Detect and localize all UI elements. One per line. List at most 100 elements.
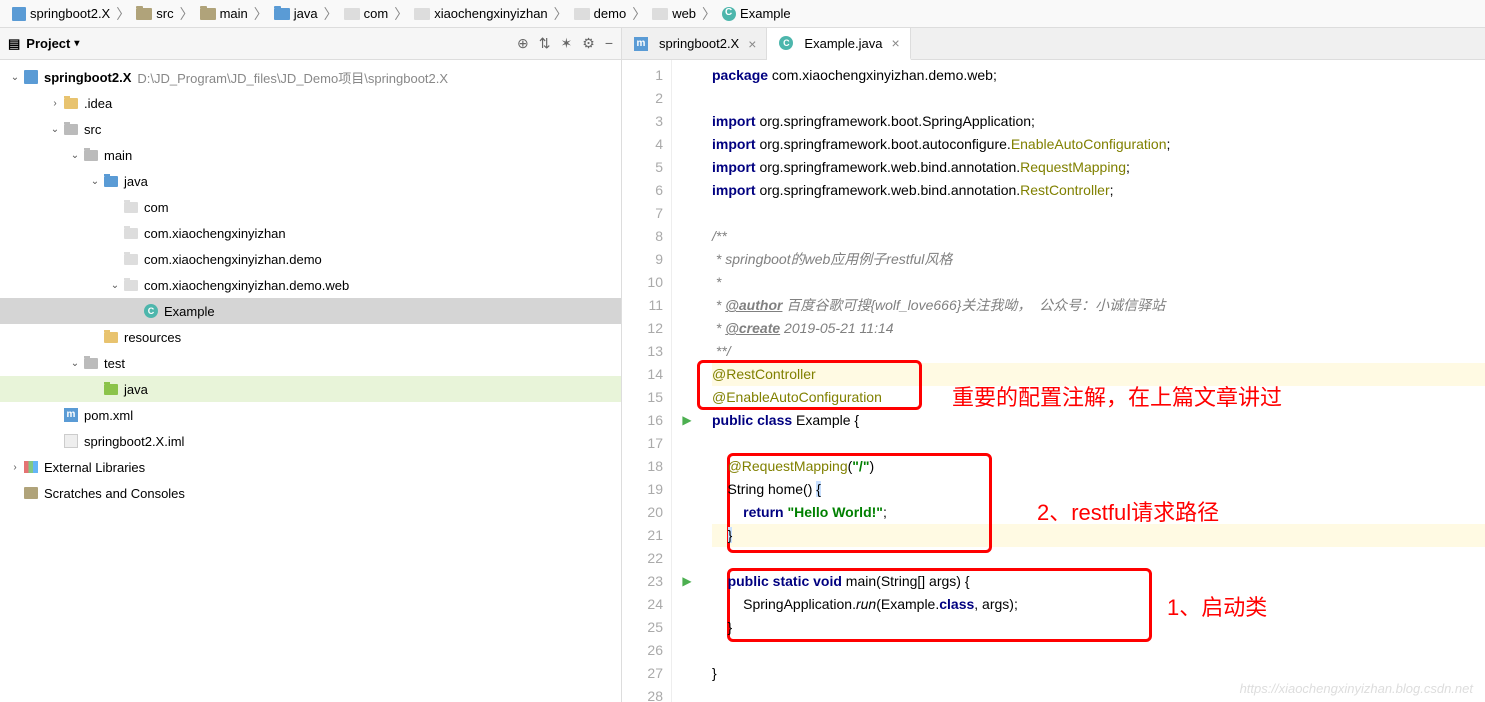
code-line-23[interactable]: public static void main(String[] args) { xyxy=(712,570,1485,593)
pkg-icon xyxy=(574,8,590,20)
editor-body[interactable]: 1234567891011121314151617181920212223242… xyxy=(622,60,1485,702)
code-line-11[interactable]: * @author 百度谷歌可搜{wolf_love666}关注我呦， 公众号：… xyxy=(712,294,1485,317)
breadcrumb-label: xiaochengxinyizhan xyxy=(434,6,547,21)
project-view-switcher[interactable]: ▤ Project ▾ xyxy=(8,36,79,52)
code-line-20[interactable]: return "Hello World!"; xyxy=(712,501,1485,524)
code-line-3[interactable]: import org.springframework.boot.SpringAp… xyxy=(712,110,1485,133)
breadcrumb: springboot2.X〉src〉main〉java〉com〉xiaochen… xyxy=(0,0,1485,28)
expand-arrow-icon[interactable]: ⌄ xyxy=(68,150,82,161)
project-tree[interactable]: ⌄springboot2.XD:\JD_Program\JD_files\JD_… xyxy=(0,60,621,702)
tree-item-com-xiaochengxinyizhan[interactable]: com.xiaochengxinyizhan xyxy=(0,220,621,246)
run-gutter-icon[interactable]: ▶ xyxy=(672,570,702,593)
gutter-mark xyxy=(672,524,702,547)
tree-item-resources[interactable]: resources xyxy=(0,324,621,350)
gutter-mark xyxy=(672,294,702,317)
expand-arrow-icon[interactable]: ⌄ xyxy=(108,280,122,291)
breadcrumb-separator: 〉 xyxy=(180,4,194,24)
code-line-19[interactable]: String home() { xyxy=(712,478,1485,501)
gutter-mark xyxy=(672,156,702,179)
tree-item-java[interactable]: java xyxy=(0,376,621,402)
tree-external-libraries[interactable]: ›External Libraries xyxy=(0,454,621,480)
gutter-mark xyxy=(672,64,702,87)
sidebar-tool-2[interactable]: ✶ xyxy=(561,35,573,52)
line-number: 15 xyxy=(622,386,663,409)
breadcrumb-item-springboot2.x[interactable]: springboot2.X xyxy=(8,6,114,21)
breadcrumb-item-java[interactable]: java xyxy=(270,6,322,21)
folder-blue-icon xyxy=(102,173,120,189)
line-number: 8 xyxy=(622,225,663,248)
code-line-1[interactable]: package com.xiaochengxinyizhan.demo.web; xyxy=(712,64,1485,87)
code-line-7[interactable] xyxy=(712,202,1485,225)
line-number: 10 xyxy=(622,271,663,294)
code-line-6[interactable]: import org.springframework.web.bind.anno… xyxy=(712,179,1485,202)
code-line-13[interactable]: **/ xyxy=(712,340,1485,363)
editor-tab-example-java[interactable]: CExample.java× xyxy=(767,28,910,60)
tree-item-com-xiaochengxinyizhan-demo[interactable]: com.xiaochengxinyizhan.demo xyxy=(0,246,621,272)
tree-label: main xyxy=(104,148,132,163)
code-line-4[interactable]: import org.springframework.boot.autoconf… xyxy=(712,133,1485,156)
code-line-18[interactable]: @RequestMapping("/") xyxy=(712,455,1485,478)
tree-item-pom-xml[interactable]: mpom.xml xyxy=(0,402,621,428)
code-line-26[interactable] xyxy=(712,639,1485,662)
tree-item-main[interactable]: ⌄ main xyxy=(0,142,621,168)
breadcrumb-item-xiaochengxinyizhan[interactable]: xiaochengxinyizhan xyxy=(410,6,551,21)
tree-label: .idea xyxy=(84,96,112,111)
tree-item-test[interactable]: ⌄test xyxy=(0,350,621,376)
line-numbers: 1234567891011121314151617181920212223242… xyxy=(622,60,672,702)
code-line-9[interactable]: * springboot的web应用例子restful风格 xyxy=(712,248,1485,271)
code-line-5[interactable]: import org.springframework.web.bind.anno… xyxy=(712,156,1485,179)
folder-green-icon xyxy=(102,381,120,397)
code-line-25[interactable]: } xyxy=(712,616,1485,639)
breadcrumb-item-web[interactable]: web xyxy=(648,6,700,21)
class-icon: C xyxy=(142,303,160,319)
sidebar-tool-3[interactable]: ⚙ xyxy=(582,35,595,52)
code-line-14[interactable]: @RestController xyxy=(712,363,1485,386)
gutter-mark xyxy=(672,478,702,501)
expand-arrow-icon[interactable]: ⌄ xyxy=(88,176,102,187)
tree-item-springboot2-x-iml[interactable]: springboot2.X.iml xyxy=(0,428,621,454)
code-line-15[interactable]: @EnableAutoConfiguration xyxy=(712,386,1485,409)
tree-item-java[interactable]: ⌄java xyxy=(0,168,621,194)
gutter-mark xyxy=(672,271,702,294)
line-number: 11 xyxy=(622,294,663,317)
code-line-17[interactable] xyxy=(712,432,1485,455)
sidebar-tool-1[interactable]: ⇅ xyxy=(539,35,551,52)
code-line-2[interactable] xyxy=(712,87,1485,110)
code-line-21[interactable]: } xyxy=(712,524,1485,547)
tree-item-src[interactable]: ⌄src xyxy=(0,116,621,142)
breadcrumb-item-main[interactable]: main xyxy=(196,6,252,21)
tree-item-example[interactable]: CExample xyxy=(0,298,621,324)
expand-arrow-icon[interactable]: › xyxy=(48,98,62,109)
code-line-22[interactable] xyxy=(712,547,1485,570)
code-line-8[interactable]: /** xyxy=(712,225,1485,248)
expand-arrow-icon[interactable]: ⌄ xyxy=(68,358,82,369)
sidebar-tool-0[interactable]: ⊕ xyxy=(517,35,529,52)
sidebar-tool-4[interactable]: − xyxy=(605,35,613,52)
breadcrumb-item-src[interactable]: src xyxy=(132,6,177,21)
breadcrumb-item-example[interactable]: Example xyxy=(718,6,795,21)
pkg-icon xyxy=(414,8,430,20)
code-area[interactable]: 重要的配置注解，在上篇文章讲过 2、restful请求路径 1、启动类 pack… xyxy=(702,60,1485,702)
run-gutter-icon[interactable]: ▶ xyxy=(672,409,702,432)
tree-item-com[interactable]: com xyxy=(0,194,621,220)
breadcrumb-item-demo[interactable]: demo xyxy=(570,6,631,21)
code-line-10[interactable]: * xyxy=(712,271,1485,294)
close-icon[interactable]: × xyxy=(891,35,899,51)
tree-item-com-xiaochengxinyizhan-demo-web[interactable]: ⌄com.xiaochengxinyizhan.demo.web xyxy=(0,272,621,298)
code-line-24[interactable]: SpringApplication.run(Example.class, arg… xyxy=(712,593,1485,616)
tree-item--idea[interactable]: › .idea xyxy=(0,90,621,116)
line-number: 7 xyxy=(622,202,663,225)
pkg-icon xyxy=(122,251,140,267)
code-line-12[interactable]: * @create 2019-05-21 11:14 xyxy=(712,317,1485,340)
tree-root[interactable]: ⌄springboot2.XD:\JD_Program\JD_files\JD_… xyxy=(0,64,621,90)
breadcrumb-item-com[interactable]: com xyxy=(340,6,393,21)
expand-arrow-icon[interactable]: ⌄ xyxy=(48,124,62,135)
line-number: 28 xyxy=(622,685,663,702)
code-line-16[interactable]: public class Example { xyxy=(712,409,1485,432)
breadcrumb-separator: 〉 xyxy=(554,4,568,24)
editor-tab-springboot2-x[interactable]: mspringboot2.X× xyxy=(622,28,767,59)
breadcrumb-label: demo xyxy=(594,6,627,21)
tree-scratches[interactable]: Scratches and Consoles xyxy=(0,480,621,506)
breadcrumb-separator: 〉 xyxy=(632,4,646,24)
close-icon[interactable]: × xyxy=(748,36,756,52)
